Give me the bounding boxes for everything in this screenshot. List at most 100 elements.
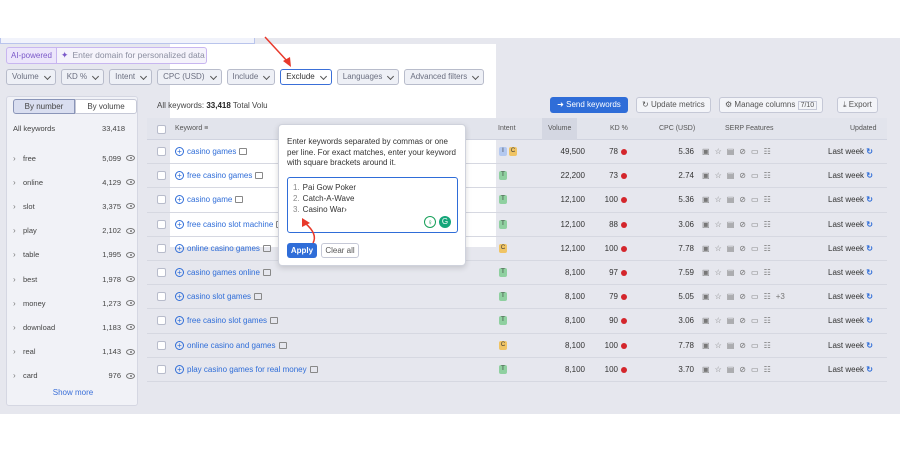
eye-icon[interactable]	[126, 251, 135, 258]
refresh-icon[interactable]: ↻	[866, 268, 873, 277]
keyword-link[interactable]: + casino games	[175, 147, 248, 156]
keyword-link[interactable]: + free casino slot games	[175, 316, 279, 326]
grammarly-icon[interactable]: G	[439, 216, 451, 228]
refresh-icon[interactable]: ↻	[866, 244, 873, 253]
add-keyword-icon[interactable]: +	[175, 171, 184, 181]
sidebar-group-item[interactable]: › download 1,183	[13, 315, 135, 339]
eye-icon[interactable]	[126, 179, 135, 186]
keyword-link[interactable]: + casino games online	[175, 268, 271, 277]
serp-preview-icon[interactable]	[262, 269, 271, 276]
select-all-checkbox[interactable]	[157, 125, 166, 134]
sidebar-group-item[interactable]: › slot 3,375	[13, 194, 135, 218]
col-kd[interactable]: KD %	[610, 125, 628, 132]
refresh-icon[interactable]: ↻	[866, 171, 873, 180]
row-checkbox[interactable]	[157, 316, 166, 326]
keyword-link[interactable]: + free casino games	[175, 171, 264, 181]
add-keyword-icon[interactable]: +	[175, 243, 184, 253]
filter-intent[interactable]: Intent	[109, 69, 153, 85]
eye-icon[interactable]	[126, 203, 135, 210]
eye-icon[interactable]	[126, 372, 135, 379]
keyword-link[interactable]: + casino game	[175, 195, 244, 205]
serp-preview-icon[interactable]	[278, 341, 287, 349]
row-checkbox[interactable]	[157, 364, 166, 374]
col-volume[interactable]: Volume	[542, 118, 578, 140]
sidebar-group-item[interactable]: › play 2,102	[13, 219, 135, 243]
update-metrics-button[interactable]: ↻ Update metrics	[636, 97, 711, 113]
exclude-keywords-textarea[interactable]: 1. Pai Gow Poker 2. Catch-A-Wave 3. Casino …	[287, 177, 458, 233]
domain-input[interactable]: ✦ Enter domain for personalized data	[56, 46, 207, 64]
filter-volume[interactable]: Volume	[6, 69, 56, 85]
manage-columns-button[interactable]: ⚙ Manage columns 7/10	[719, 97, 824, 113]
row-checkbox[interactable]	[157, 219, 166, 229]
add-keyword-icon[interactable]: +	[175, 268, 184, 277]
eye-icon[interactable]	[126, 276, 135, 283]
eye-icon[interactable]	[126, 324, 135, 331]
col-intent[interactable]: Intent	[498, 125, 516, 132]
by-volume-button[interactable]: By volume	[75, 99, 137, 114]
keyword-link[interactable]: + online casino and games	[175, 340, 287, 350]
eye-icon[interactable]	[126, 155, 135, 162]
col-serp-features[interactable]: SERP Features	[725, 125, 774, 132]
add-keyword-icon[interactable]: +	[175, 195, 184, 205]
filter-cpc[interactable]: CPC (USD)	[157, 69, 222, 85]
sidebar-group-item[interactable]: › free 5,099	[13, 146, 135, 170]
show-more-link[interactable]: Show more	[7, 388, 139, 397]
add-keyword-icon[interactable]: +	[175, 219, 184, 229]
clear-all-button[interactable]: Clear all	[321, 243, 359, 258]
sidebar-group-item[interactable]: › money 1,273	[13, 291, 135, 315]
serp-preview-icon[interactable]	[255, 172, 264, 180]
keyword-link[interactable]: + online casino games	[175, 243, 271, 253]
eye-icon[interactable]	[126, 300, 135, 307]
filter-languages[interactable]: Languages	[336, 69, 400, 85]
by-number-button[interactable]: By number	[13, 99, 75, 114]
cpc-value: 7.78	[678, 243, 694, 253]
export-button[interactable]: ⤓ Export	[837, 97, 878, 113]
send-keywords-button[interactable]: ➜ Send keywords	[550, 97, 628, 113]
eye-icon[interactable]	[126, 227, 135, 234]
row-checkbox[interactable]	[157, 268, 166, 277]
apply-button[interactable]: Apply	[287, 243, 317, 258]
refresh-icon[interactable]: ↻	[866, 365, 873, 374]
col-updated[interactable]: Updated	[850, 125, 876, 132]
refresh-icon[interactable]: ↻	[866, 316, 873, 325]
sidebar-group-item[interactable]: › table 1,995	[13, 243, 135, 267]
add-keyword-icon[interactable]: +	[175, 316, 184, 326]
serp-preview-icon[interactable]	[239, 148, 248, 155]
row-checkbox[interactable]	[157, 292, 166, 302]
eye-icon[interactable]	[126, 348, 135, 355]
row-checkbox[interactable]	[157, 147, 166, 156]
add-keyword-icon[interactable]: +	[175, 292, 184, 302]
add-keyword-icon[interactable]: +	[175, 147, 184, 156]
row-checkbox[interactable]	[157, 171, 166, 181]
add-keyword-icon[interactable]: +	[175, 364, 184, 374]
row-checkbox[interactable]	[157, 340, 166, 350]
row-checkbox[interactable]	[157, 195, 166, 205]
serp-preview-icon[interactable]	[235, 196, 244, 204]
refresh-icon[interactable]: ↻	[866, 220, 873, 229]
row-checkbox[interactable]	[157, 243, 166, 253]
filter-include[interactable]: Include	[226, 69, 276, 85]
refresh-icon[interactable]: ↻	[866, 147, 873, 156]
sidebar-group-item[interactable]: › best 1,978	[13, 267, 135, 291]
lightbulb-icon[interactable]: ♀	[424, 216, 436, 228]
serp-preview-icon[interactable]	[254, 293, 263, 301]
refresh-icon[interactable]: ↻	[866, 195, 873, 204]
sidebar-group-item[interactable]: › card 976	[13, 364, 135, 388]
col-cpc[interactable]: CPC (USD)	[659, 125, 695, 132]
keyword-link[interactable]: + casino slot games	[175, 292, 263, 302]
sidebar-group-item[interactable]: › real 1,143	[13, 340, 135, 364]
refresh-icon[interactable]: ↻	[866, 341, 873, 350]
serp-preview-icon[interactable]	[262, 244, 271, 252]
cpc-value: 3.06	[678, 316, 694, 326]
col-keyword[interactable]: Keyword ≡	[175, 125, 208, 132]
filter-exclude[interactable]: Exclude	[280, 69, 332, 85]
keyword-link[interactable]: + free casino slot machine	[175, 219, 285, 229]
sidebar-group-item[interactable]: › online 4,129	[13, 170, 135, 194]
serp-preview-icon[interactable]	[270, 317, 279, 325]
filter-advanced[interactable]: Advanced filters	[404, 69, 485, 85]
refresh-icon[interactable]: ↻	[866, 292, 873, 301]
add-keyword-icon[interactable]: +	[175, 340, 184, 350]
keyword-link[interactable]: + play casino games for real money	[175, 364, 318, 374]
filter-kd[interactable]: KD %	[60, 69, 105, 85]
serp-preview-icon[interactable]	[309, 365, 318, 373]
